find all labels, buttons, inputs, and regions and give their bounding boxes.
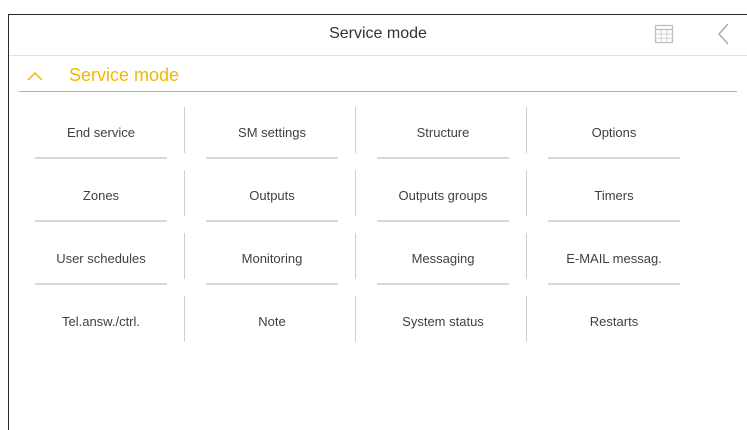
app-window: Service mode Service mode End service SM… [8,14,747,430]
divider [548,157,680,159]
divider [377,157,509,159]
menu-item-label: E-MAIL messag. [566,251,662,266]
menu-item-zones[interactable]: Zones [29,170,173,222]
divider [548,283,680,285]
menu-item-outputs-groups[interactable]: Outputs groups [371,170,515,222]
section-title: Service mode [69,65,180,85]
divider [35,220,167,222]
menu-item-system-status[interactable]: System status [371,296,515,348]
separator [184,107,185,153]
menu-item-monitoring[interactable]: Monitoring [200,233,344,285]
service-menu-grid: End service SM settings Structure Option… [24,107,704,367]
menu-item-restarts[interactable]: Restarts [542,296,686,348]
separator [526,107,527,153]
separator [526,170,527,216]
menu-item-structure[interactable]: Structure [371,107,515,159]
divider [206,220,338,222]
divider [35,283,167,285]
menu-item-label: Outputs groups [398,188,488,203]
menu-item-label: End service [67,125,135,140]
menu-item-end-service[interactable]: End service [29,107,173,159]
grid-icon[interactable] [654,24,674,44]
menu-item-email-messaging[interactable]: E-MAIL messag. [542,233,686,285]
menu-item-label: Structure [416,125,470,140]
separator [355,296,356,342]
menu-item-outputs[interactable]: Outputs [200,170,344,222]
menu-item-label: Tel.answ./ctrl. [61,314,141,329]
divider [548,220,680,222]
menu-item-user-schedules[interactable]: User schedules [29,233,173,285]
separator [184,233,185,279]
menu-item-sm-settings[interactable]: SM settings [200,107,344,159]
menu-item-label: Timers [594,188,634,203]
chevron-up-icon[interactable] [27,69,43,83]
divider [35,157,167,159]
menu-item-label: System status [402,314,484,329]
separator [526,296,527,342]
menu-item-label: Outputs [249,188,295,203]
section-header-service-mode[interactable]: Service mode [19,61,737,92]
menu-item-note[interactable]: Note [200,296,344,348]
divider [377,220,509,222]
page-title: Service mode [329,25,427,42]
separator [184,296,185,342]
menu-item-timers[interactable]: Timers [542,170,686,222]
menu-item-label: User schedules [56,251,146,266]
menu-item-label: Restarts [589,314,639,329]
title-bar: Service mode [9,15,747,56]
separator [355,170,356,216]
menu-item-label: Messaging [411,251,475,266]
menu-item-label: SM settings [238,125,306,140]
menu-item-label: Note [258,314,286,329]
menu-item-messaging[interactable]: Messaging [371,233,515,285]
separator [355,107,356,153]
menu-item-options[interactable]: Options [542,107,686,159]
menu-item-label: Monitoring [241,251,303,266]
divider [206,283,338,285]
divider [206,157,338,159]
separator [184,170,185,216]
chevron-left-icon[interactable] [714,21,734,47]
separator [526,233,527,279]
menu-item-label: Zones [82,188,120,203]
menu-item-tel-answ-ctrl[interactable]: Tel.answ./ctrl. [29,296,173,348]
separator [355,233,356,279]
divider [377,283,509,285]
menu-item-label: Options [591,125,637,140]
